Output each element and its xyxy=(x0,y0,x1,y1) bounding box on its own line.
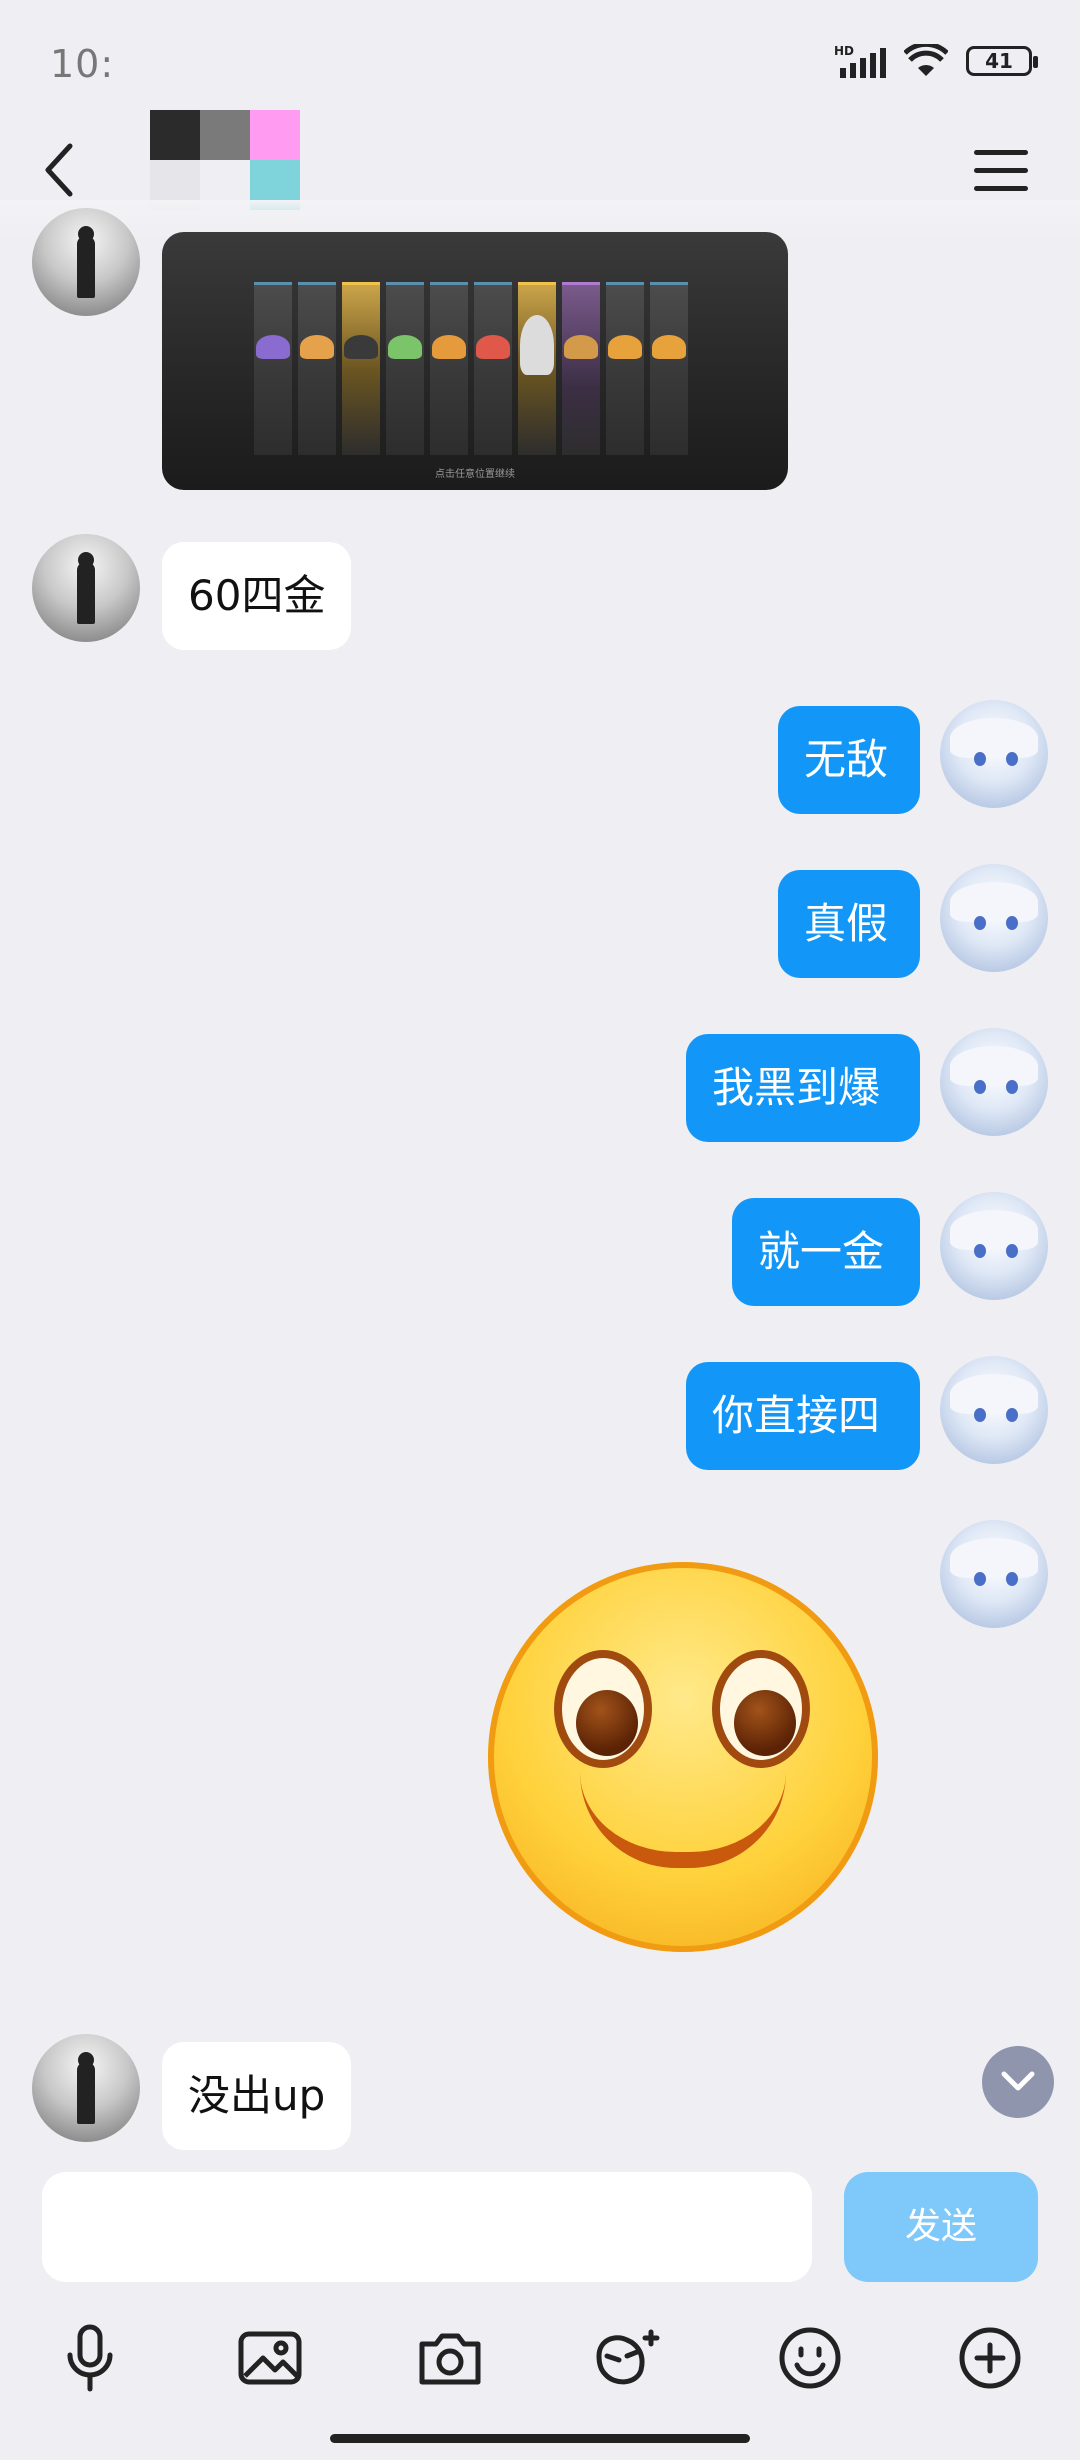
red-packet-icon[interactable] xyxy=(588,2318,668,2398)
avatar[interactable] xyxy=(32,208,140,316)
image-caption: 点击任意位置继续 xyxy=(435,469,515,480)
avatar[interactable] xyxy=(32,2034,140,2142)
censor-block xyxy=(150,110,200,160)
message-input[interactable] xyxy=(42,2172,812,2282)
image-message[interactable]: 点击任意位置继续 xyxy=(162,232,788,490)
avatar[interactable] xyxy=(940,1028,1048,1136)
censor-block xyxy=(200,110,250,160)
avatar[interactable] xyxy=(940,1520,1048,1628)
chevron-down-icon xyxy=(1001,2071,1035,2091)
image-icon[interactable] xyxy=(230,2318,310,2398)
message-bubble[interactable]: 你直接四 xyxy=(686,1362,920,1470)
avatar[interactable] xyxy=(940,1192,1048,1300)
message-bubble[interactable]: 就一金 xyxy=(732,1198,920,1306)
avatar[interactable] xyxy=(940,864,1048,972)
message-bubble[interactable]: 我黑到爆 xyxy=(686,1034,920,1142)
message-bubble[interactable]: 无敌 xyxy=(778,706,920,814)
plus-icon[interactable] xyxy=(950,2318,1030,2398)
censor-block xyxy=(250,110,300,160)
emoji-icon[interactable] xyxy=(770,2318,850,2398)
avatar[interactable] xyxy=(940,700,1048,808)
status-icons: HD 41 xyxy=(834,44,1038,78)
send-button[interactable]: 发送 xyxy=(844,2172,1038,2282)
hd-label: HD xyxy=(834,44,854,58)
message-bubble[interactable]: 真假 xyxy=(778,870,920,978)
battery-indicator: 41 xyxy=(966,46,1038,76)
bottom-toolbar xyxy=(0,2300,1080,2420)
message-bubble[interactable]: 没出up xyxy=(162,2042,352,2150)
microphone-icon[interactable] xyxy=(50,2318,130,2398)
scroll-to-bottom-button[interactable] xyxy=(982,2046,1054,2118)
back-arrow-icon[interactable] xyxy=(38,140,78,200)
menu-icon[interactable] xyxy=(974,150,1028,192)
signal-icon: HD xyxy=(834,44,886,78)
message-bubble[interactable]: 60四金 xyxy=(162,542,352,650)
avatar[interactable] xyxy=(940,1356,1048,1464)
camera-icon[interactable] xyxy=(410,2318,490,2398)
status-time: 10: xyxy=(50,42,115,86)
avatar[interactable] xyxy=(32,534,140,642)
home-indicator[interactable] xyxy=(330,2434,750,2443)
smile-emoji-icon[interactable] xyxy=(488,1562,878,1952)
wifi-icon xyxy=(904,44,948,76)
